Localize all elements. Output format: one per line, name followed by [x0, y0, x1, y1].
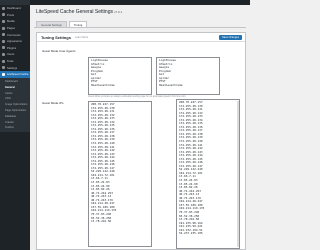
sidebar-item-appearance[interactable]: Appearance — [0, 38, 30, 45]
admin-bar — [30, 0, 250, 5]
textarea-scrollbar[interactable] — [237, 101, 239, 247]
sidebar-submenu: Dashboard General Cache CDN Image Optimizati… — [0, 77, 30, 132]
panel-header: Tuning Settings Learn More — [37, 33, 245, 42]
plugin-icon — [2, 46, 5, 50]
admin-sidebar: Dashboard Posts Media Pages Comments Appearan… — [0, 0, 30, 250]
tab-label: Tuning — [73, 22, 83, 27]
textarea-line: HeadlessChrome — [159, 82, 183, 87]
guest-ips-label: Guest Mode IPs — [42, 101, 64, 105]
sidebar-item-label: Comments — [7, 32, 21, 37]
submenu-item-toolbox[interactable]: Toolbox — [0, 125, 30, 131]
learn-more-link[interactable]: Learn More — [75, 36, 88, 39]
brush-icon — [2, 39, 5, 43]
tuning-settings-panel: Tuning Settings Learn More Save Changes … — [36, 32, 246, 250]
sidebar-item-label: Dashboard — [7, 6, 21, 11]
pin-icon — [2, 13, 5, 17]
page-title-text: LiteSpeed Cache General Settings — [36, 9, 113, 15]
sidebar-item-label: Pages — [7, 26, 15, 31]
textarea-line: HeadlessChrome — [91, 82, 115, 87]
sidebar-item-users[interactable]: Users — [0, 51, 30, 58]
dashboard-icon — [2, 6, 5, 10]
sidebar-item-label: Plugins — [7, 45, 17, 50]
sidebar-item-tools[interactable]: Tools — [0, 58, 30, 65]
textarea-line: 52.237.235.185 — [179, 231, 203, 236]
sidebar-item-label: Appearance — [7, 39, 23, 44]
sidebar-item-comments[interactable]: Comments — [0, 31, 30, 38]
sidebar-item-label: LiteSpeed Cache — [7, 72, 29, 77]
sidebar-item-label: Users — [7, 52, 15, 57]
sidebar-item-label: Media — [7, 19, 15, 24]
page-icon — [2, 26, 5, 30]
panel-heading: Tuning Settings — [41, 34, 71, 40]
sidebar-item-label: Settings — [7, 65, 18, 70]
guest-ua-textarea[interactable]: Lighthouse GTmetrix Google Pingdom bot spider… — [88, 57, 152, 95]
sidebar-item-plugins[interactable]: Plugins — [0, 45, 30, 52]
sidebar-item-pages[interactable]: Pages — [0, 25, 30, 32]
sidebar-item-label: Tools — [7, 59, 14, 64]
guest-ua-default-textarea[interactable]: Lighthouse GTmetrix Google Pingdom bot spider… — [156, 57, 220, 95]
guest-ips-textarea[interactable]: 208.70.247.157 172.255.48.130 172.255.48.1… — [88, 101, 152, 247]
sidebar-item-settings[interactable]: Settings — [0, 64, 30, 71]
sidebar-item-posts[interactable]: Posts — [0, 12, 30, 19]
guest-ua-label: Guest Mode User Agents — [42, 49, 76, 53]
tab-divider — [34, 27, 246, 28]
tab-label: General Settings — [41, 22, 62, 27]
litespeed-icon — [2, 72, 5, 76]
page-title: LiteSpeed Cache General Settingsv7.0.1 — [36, 9, 122, 15]
guest-ips-default-textarea[interactable]: 208.70.247.157 172.255.48.130 172.255.48.1… — [176, 99, 240, 249]
media-icon — [2, 19, 5, 23]
settings-icon — [2, 66, 5, 70]
sidebar-item-label: Posts — [7, 12, 14, 17]
user-icon — [2, 52, 5, 56]
sidebar-item-media[interactable]: Media — [0, 18, 30, 25]
guest-ua-description: Guest Mode provides an always cacheable … — [88, 96, 186, 98]
sidebar-item-dashboard[interactable]: Dashboard — [0, 5, 30, 12]
comment-icon — [2, 33, 5, 37]
version-label: v7.0.1 — [114, 10, 123, 14]
textarea-line: 13.78.216.56 — [91, 219, 112, 224]
wrench-icon — [2, 59, 5, 63]
save-changes-button[interactable]: Save Changes — [218, 35, 242, 40]
sidebar-item-litespeed-cache[interactable]: LiteSpeed Cache — [0, 70, 30, 78]
